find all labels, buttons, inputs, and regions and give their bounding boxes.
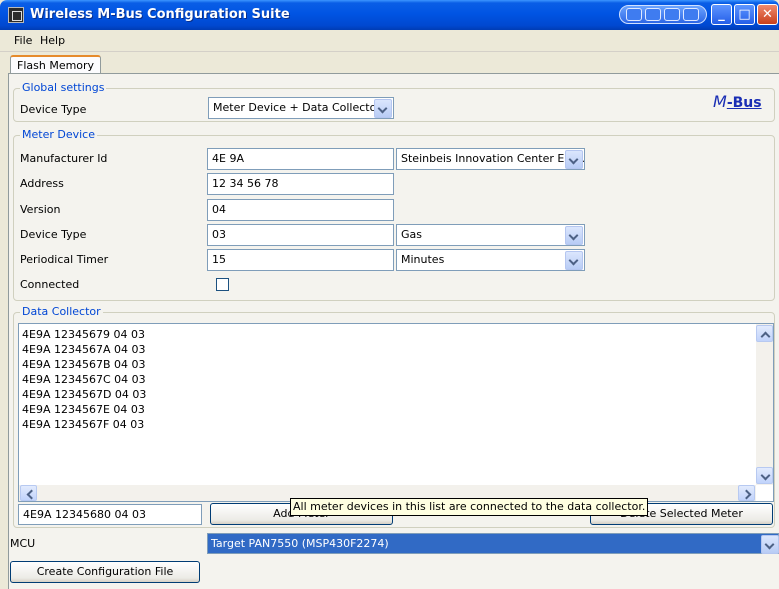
meter-device-title: Meter Device	[20, 128, 97, 141]
address-label: Address	[20, 177, 64, 190]
mbus-logo-bus: -Bus	[726, 95, 762, 111]
meter-device-group: Meter Device	[13, 128, 775, 301]
list-item[interactable]: 4E9A 1234567D 04 03	[22, 387, 146, 402]
version-input[interactable]: 04	[207, 199, 394, 221]
minimize-button[interactable]: _	[711, 4, 732, 25]
menu-help[interactable]: Help	[36, 33, 69, 49]
manufacturer-id-input[interactable]: 4E 9A	[207, 148, 394, 170]
periodical-timer-input[interactable]: 15	[207, 249, 394, 271]
timer-unit-value: Minutes	[401, 253, 445, 266]
connected-label: Connected	[20, 278, 80, 291]
app-icon[interactable]	[8, 7, 24, 23]
chevron-down-icon[interactable]	[565, 226, 583, 245]
periodical-timer-label: Periodical Timer	[20, 253, 109, 266]
timer-unit-select[interactable]: Minutes	[396, 249, 585, 271]
meter-list[interactable]: 4E9A 12345679 04 03 4E9A 1234567A 04 03 …	[18, 323, 774, 502]
close-icon: ✕	[762, 7, 773, 22]
global-device-type-label: Device Type	[20, 103, 87, 116]
chevron-down-icon[interactable]	[374, 99, 392, 118]
mcu-label: MCU	[10, 537, 36, 550]
maximize-button[interactable]: □	[734, 4, 755, 25]
eye-icon[interactable]	[626, 8, 642, 21]
connected-checkbox[interactable]	[216, 278, 229, 291]
scroll-up-button[interactable]	[756, 325, 773, 342]
version-label: Version	[20, 203, 61, 216]
data-collector-title: Data Collector	[20, 305, 103, 318]
scroll-right-button[interactable]	[738, 485, 755, 501]
list-item[interactable]: 4E9A 1234567B 04 03	[22, 357, 146, 372]
window-title: Wireless M-Bus Configuration Suite	[30, 7, 290, 22]
tooltip: All meter devices in this list are conne…	[290, 498, 649, 516]
chevron-down-icon[interactable]	[761, 535, 779, 554]
mcu-value: Target PAN7550 (MSP430F2274)	[211, 537, 389, 550]
create-configuration-file-button[interactable]: Create Configuration File	[10, 561, 200, 583]
scroll-left-button[interactable]	[20, 485, 37, 501]
new-meter-input[interactable]: 4E9A 12345680 04 03	[18, 504, 202, 525]
rollup-icon[interactable]	[683, 8, 699, 21]
maximize-icon: □	[738, 7, 751, 22]
address-input[interactable]: 12 34 56 78	[207, 173, 394, 195]
list-item[interactable]: 4E9A 1234567C 04 03	[22, 372, 146, 387]
list-item[interactable]: 4E9A 12345679 04 03	[22, 327, 145, 342]
vertical-scrollbar[interactable]	[756, 324, 773, 485]
window-stack-icon[interactable]	[664, 8, 680, 21]
meter-device-type-select[interactable]: Gas	[396, 224, 585, 246]
list-item[interactable]: 4E9A 1234567A 04 03	[22, 342, 145, 357]
tab-flash-memory[interactable]: Flash Memory	[10, 55, 102, 75]
global-device-type-value: Meter Device + Data Collector	[213, 101, 381, 114]
manufacturer-name-select[interactable]: Steinbeis Innovation Center Em...	[396, 148, 585, 170]
chevron-down-icon	[760, 470, 771, 481]
global-settings-group: Global settings	[13, 81, 775, 122]
list-item[interactable]: 4E9A 1234567F 04 03	[22, 417, 144, 432]
chevron-down-icon[interactable]	[565, 150, 583, 169]
chevron-up-icon	[760, 331, 771, 342]
menu-file[interactable]: File	[10, 33, 36, 49]
chevron-right-icon	[741, 489, 752, 500]
mbus-logo: M-Bus	[713, 92, 762, 111]
mcu-select[interactable]: Target PAN7550 (MSP430F2274)	[207, 533, 779, 554]
chevron-left-icon	[26, 489, 37, 500]
manufacturer-name-value: Steinbeis Innovation Center Em...	[401, 152, 585, 165]
tab-strip: Flash Memory	[0, 52, 779, 75]
meter-device-type-input[interactable]: 03	[207, 224, 394, 246]
manufacturer-id-label: Manufacturer Id	[20, 152, 108, 165]
mbus-logo-m: M	[713, 92, 727, 111]
global-device-type-select[interactable]: Meter Device + Data Collector	[208, 97, 394, 119]
pin-icon[interactable]	[645, 8, 661, 21]
meter-device-type-name: Gas	[401, 228, 422, 241]
minimize-icon: _	[718, 7, 725, 22]
title-bar[interactable]: Wireless M-Bus Configuration Suite _ □ ✕	[0, 0, 779, 30]
menu-bar: File Help	[0, 30, 779, 52]
title-bar-extra-controls[interactable]	[619, 5, 707, 24]
scroll-down-button[interactable]	[756, 467, 773, 484]
global-settings-title: Global settings	[20, 81, 107, 94]
list-item[interactable]: 4E9A 1234567E 04 03	[22, 402, 145, 417]
meter-device-type-label: Device Type	[20, 228, 87, 241]
chevron-down-icon[interactable]	[565, 251, 583, 270]
close-button[interactable]: ✕	[757, 4, 778, 25]
